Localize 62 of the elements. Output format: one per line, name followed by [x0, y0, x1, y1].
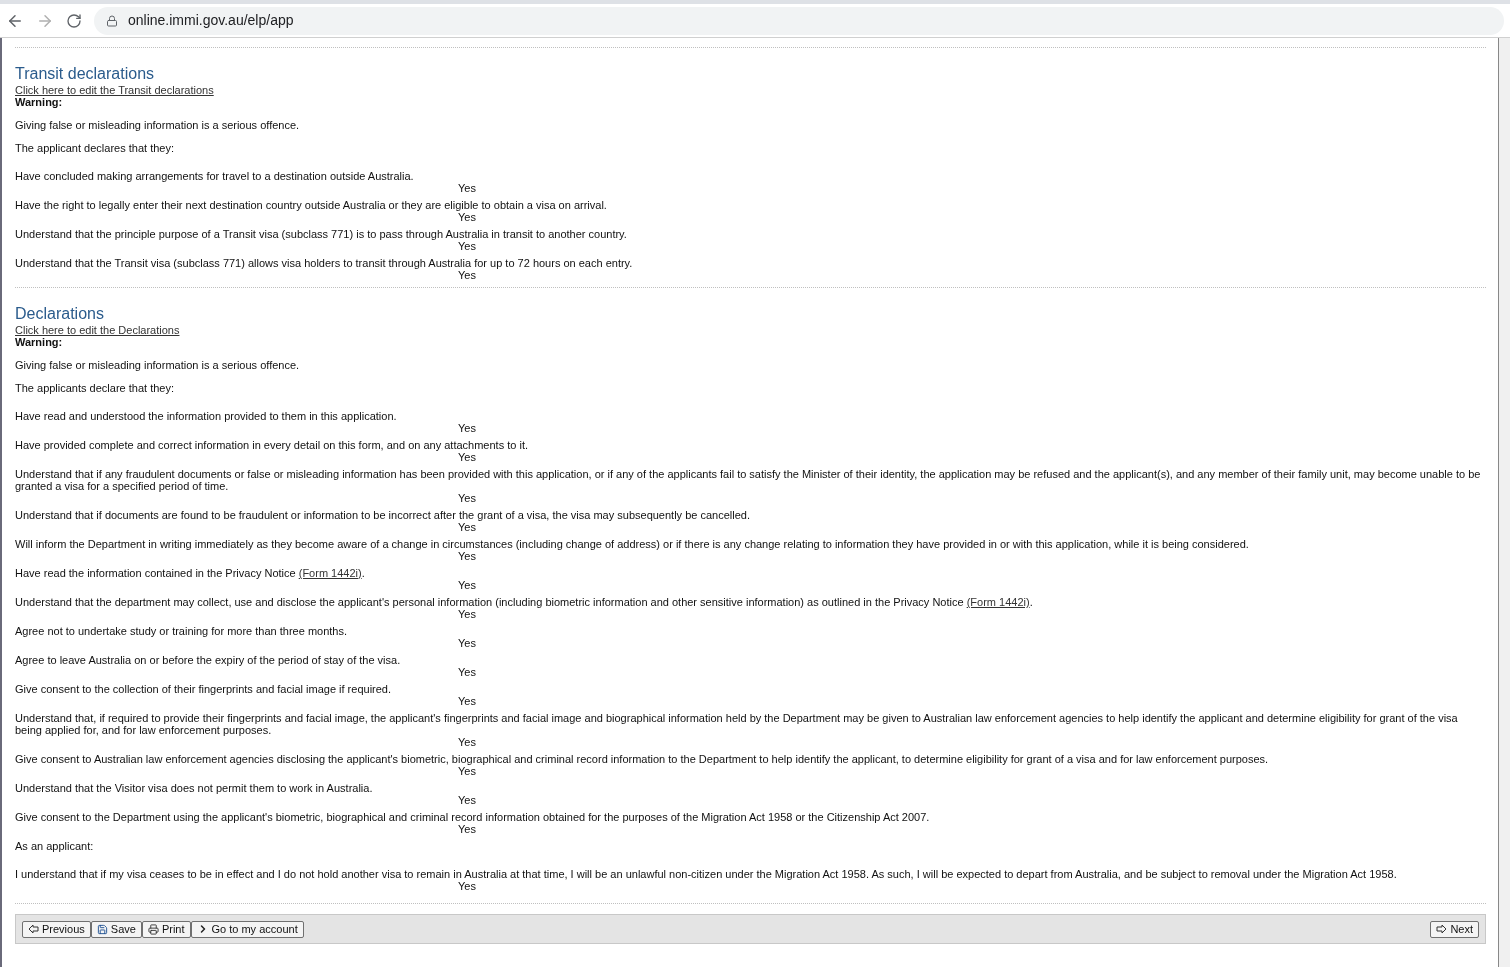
note-text: As an applicant: [15, 840, 95, 852]
statement-text: Give consent to the collection of their fingerprints and facial image if required. [15, 683, 393, 695]
printer-icon [147, 923, 159, 935]
answer-text: Yes [458, 736, 476, 748]
statement-text: Understand that if any fraudulent documents or false or misleading information has been provided with this application, or if any of the applicants fail to satisfy the Minister of their identity, the application may be refused and the applicant(s), and any member of their family unit, may become unable to be granted a visa for a specified period of time. [15, 468, 1482, 492]
answer-text: Yes [458, 695, 476, 707]
statement-text: Have the right to legally enter their next destination country outside Australia or they are eligible to obtain a visa on arrival. [15, 199, 608, 211]
statement-text: Agree not to undertake study or training for more than three months. [15, 625, 349, 637]
answer-text: Yes [458, 269, 476, 281]
section-heading: Declarations [15, 304, 105, 324]
toolbar-button[interactable]: Print [141, 920, 191, 938]
statement-text: Have read the information contained in the Privacy Notice (Form 1442i). [15, 567, 366, 579]
statement-text: Give consent to Australian law enforcement agencies disclosing the applicant's biometric, biographical and criminal record information to the Department to help identify the applicant, to determine eligibility for grant of a visa and for law enforcement purposes. [15, 753, 1270, 765]
answer-text: Yes [458, 422, 476, 434]
statement-text: Give consent to the Department using the applicant's biometric, biographical and criminal record information obtained for the purposes of the Migration Act 1958 or the Citizenship Act 2007. [15, 811, 931, 823]
statement-text: Understand that the department may collect, use and disclose the applicant's personal information (including biometric information and other sensitive information) as outlined in the Privacy Notice (Form 1442i). [15, 596, 1034, 608]
statement-text: Understand that the Transit visa (subclass 771) allows visa holders to transit through Australia for up to 72 hours on each entry. [15, 257, 634, 269]
toolbar-button[interactable]: Go to my account [190, 920, 304, 938]
intro-text: The applicants declare that they: [15, 382, 175, 394]
statement-text: I understand that if my visa ceases to be in effect and I do not hold another visa to remain in Australia at that time, I will be an unlawful non-citizen under the Migration Act 1958. As such, I will be expected to depart from Australia, and be subject to removal under the Migration Act 1958. [15, 868, 1398, 880]
warning-label: Warning: [15, 96, 64, 108]
statement-text: Understand that the Visitor visa does not permit them to work in Australia. [15, 782, 374, 794]
statement-text: Have read and understood the information provided to them in this application. [15, 410, 398, 422]
warning-text: Giving false or misleading information is a serious offence. [15, 359, 301, 371]
statement-text: Will inform the Department in writing immediately as they become aware of a change in circumstances (including change of address) or if there is any change relating to information they have provided in or with this application, while it is being considered. [15, 538, 1250, 550]
answer-text: Yes [458, 637, 476, 649]
toolbar-button[interactable]: Previous [22, 920, 91, 938]
answer-text: Yes [458, 492, 476, 504]
section-heading: Transit declarations [15, 64, 156, 84]
arrow-left-icon [28, 924, 39, 934]
answer-text: Yes [458, 608, 476, 620]
intro-text: The applicant declares that they: [15, 142, 175, 154]
lock-icon [106, 14, 118, 27]
statement-text: Have concluded making arrangements for travel to a destination outside Australia. [15, 170, 415, 182]
answer-text: Yes [458, 823, 476, 835]
statement-text: Understand that the principle purpose of a Transit visa (subclass 771) is to pass through Australia in transit to another country. [15, 228, 628, 240]
address-bar[interactable]: online.immi.gov.au/elp/app [94, 6, 1504, 35]
answer-text: Yes [458, 451, 476, 463]
answer-text: Yes [458, 765, 476, 777]
reload-icon[interactable] [66, 12, 82, 29]
answer-text: Yes [458, 880, 476, 892]
answer-text: Yes [458, 240, 476, 252]
warning-text: Giving false or misleading information is a serious offence. [15, 119, 301, 131]
answer-text: Yes [458, 550, 476, 562]
answer-text: Yes [458, 211, 476, 223]
form-link[interactable]: (Form 1442i) [298, 567, 362, 579]
warning-label: Warning: [15, 336, 64, 348]
answer-text: Yes [458, 182, 476, 194]
answer-text: Yes [458, 521, 476, 533]
edit-link[interactable]: Click here to edit the Declarations [15, 324, 180, 336]
toolbar-button[interactable]: Next [1430, 920, 1479, 938]
form-link[interactable]: (Form 1442i) [966, 596, 1030, 608]
answer-text: Yes [458, 794, 476, 806]
statement-text: Understand that, if required to provide their fingerprints and facial image, the applicant's fingerprints and facial image and biographical information held by the Department may be given to Australian law enforcement agencies to help identify the applicant and determine eligibility for grant of the visa being applied for, and for law enforcement purposes. [15, 712, 1459, 736]
answer-text: Yes [458, 579, 476, 591]
toolbar-button[interactable]: Save [90, 920, 142, 938]
answer-text: Yes [458, 666, 476, 678]
statement-text: Have provided complete and correct information in every detail on this form, and on any attachments to it. [15, 439, 529, 451]
arrow-right-icon [1436, 924, 1448, 934]
statement-text: Agree to leave Australia on or before the expiry of the period of stay of the visa. [15, 654, 402, 666]
edit-link[interactable]: Click here to edit the Transit declarations [15, 84, 214, 96]
statement-text: Understand that if documents are found to be fraudulent or information to be incorrect after the grant of a visa, the visa may subsequently be cancelled. [15, 509, 751, 521]
